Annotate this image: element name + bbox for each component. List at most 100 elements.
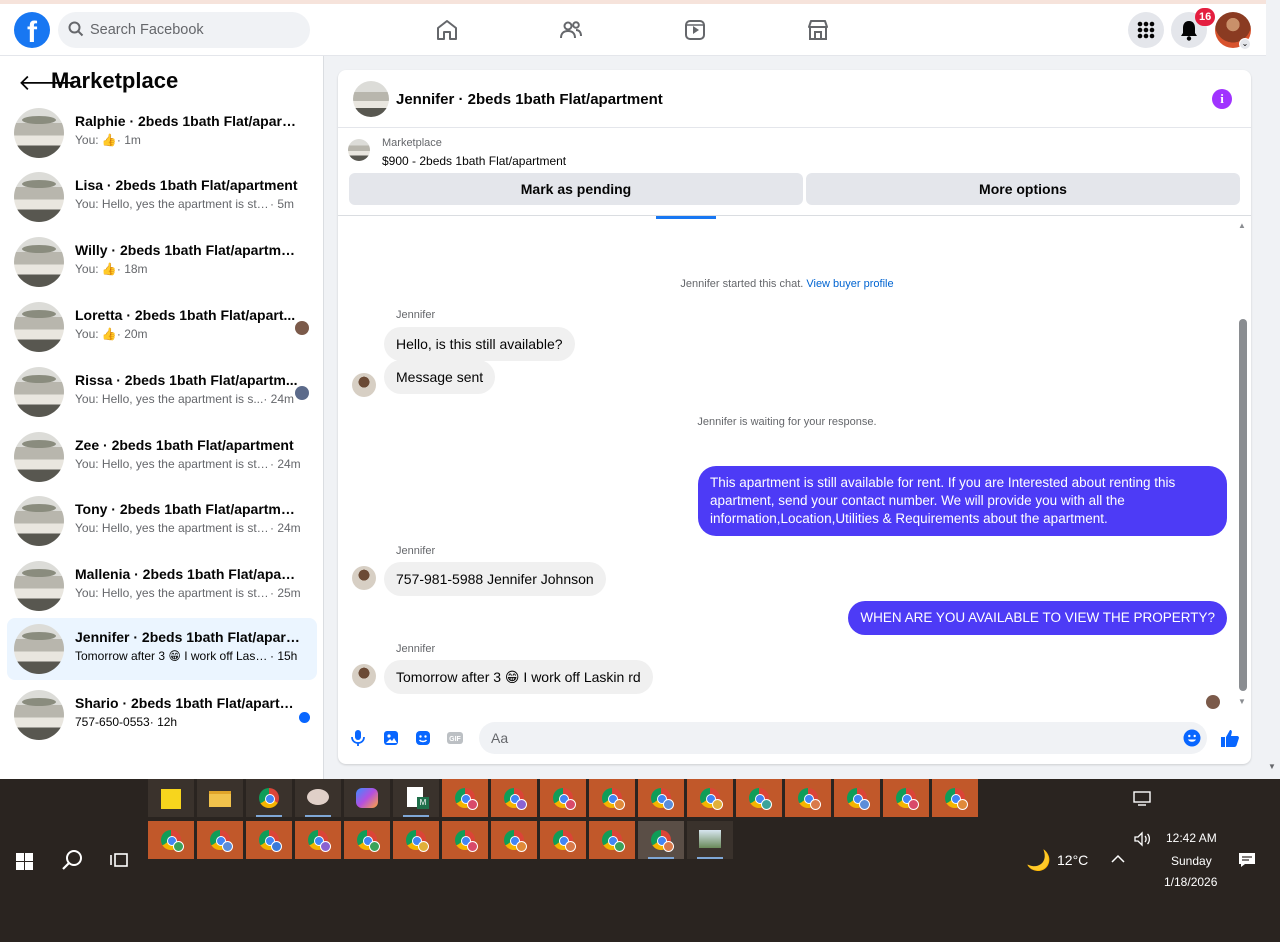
chevron-up-icon[interactable] <box>1111 854 1125 864</box>
sticky-notes-app[interactable] <box>148 779 194 817</box>
outgoing-message[interactable]: WHEN ARE YOU AVAILABLE TO VIEW THE PROPE… <box>848 601 1227 635</box>
search-icon[interactable] <box>61 849 83 871</box>
chrome-profile-window-active[interactable] <box>638 821 684 859</box>
chrome-profile-window[interactable] <box>589 779 635 817</box>
notification-count-badge: 16 <box>1195 8 1216 26</box>
chrome-profile-window[interactable] <box>491 821 537 859</box>
conversation-preview: You: Hello, yes the apartment is still .… <box>75 586 300 600</box>
conversation-item[interactable]: Zee · 2beds 1bath Flat/apartment You: He… <box>7 426 317 488</box>
chrome-profile-window[interactable] <box>932 779 978 817</box>
gif-icon[interactable]: GIF <box>446 729 464 747</box>
chrome-profile-window[interactable] <box>148 821 194 859</box>
clock-time[interactable]: 12:42 AM <box>1166 831 1217 845</box>
chrome-profile-window[interactable] <box>638 779 684 817</box>
listing-thumbnail[interactable] <box>353 81 389 117</box>
paint-app[interactable] <box>295 779 341 817</box>
chrome-profile-window[interactable] <box>393 821 439 859</box>
clock-day[interactable]: Sunday <box>1171 854 1212 868</box>
image-app[interactable] <box>687 821 733 859</box>
chrome-profile-window[interactable] <box>540 779 586 817</box>
sticker-icon[interactable] <box>414 729 432 747</box>
sender-avatar[interactable] <box>352 566 376 590</box>
message-scrollbar[interactable]: ▲ ▼ <box>1236 219 1251 709</box>
conversation-item[interactable]: Loretta · 2beds 1bath Flat/apart... You:… <box>7 296 317 358</box>
chevron-down-icon[interactable]: ⌄ <box>1239 38 1251 50</box>
sender-avatar[interactable] <box>352 373 376 397</box>
conversation-item[interactable]: Rissa · 2beds 1bath Flat/apartm... You: … <box>7 361 317 423</box>
view-buyer-profile-link[interactable]: View buyer profile <box>806 278 893 290</box>
chrome-profile-window[interactable] <box>197 821 243 859</box>
copilot-app[interactable] <box>344 779 390 817</box>
document-app[interactable]: M <box>393 779 439 817</box>
message-input[interactable] <box>491 722 1171 754</box>
menu-grid-button[interactable] <box>1128 12 1164 48</box>
active-indicator <box>305 815 331 817</box>
emoji-icon[interactable] <box>1183 729 1201 747</box>
conversation-item-active[interactable]: Jennifer · 2beds 1bath Flat/apartm... To… <box>7 618 317 680</box>
search-input[interactable] <box>90 12 300 48</box>
sender-avatar[interactable] <box>352 664 376 688</box>
file-explorer-app[interactable] <box>197 779 243 817</box>
paint-icon <box>307 789 329 805</box>
chrome-profile-window[interactable] <box>883 779 929 817</box>
chrome-profile-window[interactable] <box>246 821 292 859</box>
task-view-icon[interactable] <box>110 851 130 869</box>
conversation-item[interactable]: Mallenia · 2beds 1bath Flat/apart... You… <box>7 555 317 617</box>
profile-icon <box>908 799 919 810</box>
chrome-profile-window[interactable] <box>442 821 488 859</box>
page-scrollbar[interactable]: ▼ <box>1266 0 1280 779</box>
friends-icon[interactable] <box>559 18 583 42</box>
video-icon[interactable] <box>683 18 707 42</box>
home-icon[interactable] <box>435 18 459 42</box>
conversation-name: Loretta · 2beds 1bath Flat/apart... <box>75 307 296 323</box>
conversation-item[interactable]: Ralphie · 2beds 1bath Flat/apartm... You… <box>7 102 317 164</box>
conversation-item[interactable]: Lisa · 2beds 1bath Flat/apartment You: H… <box>7 166 317 228</box>
chrome-profile-window[interactable] <box>344 821 390 859</box>
chrome-profile-window[interactable] <box>834 779 880 817</box>
speaker-icon[interactable] <box>1133 831 1151 847</box>
incoming-message[interactable]: 757-981-5988 Jennifer Johnson <box>384 562 606 596</box>
weather-temperature[interactable]: 12°C <box>1057 852 1088 868</box>
scroll-down-icon[interactable]: ▼ <box>1238 697 1246 706</box>
search-icon <box>68 21 84 37</box>
document-badge-icon: M <box>417 797 429 809</box>
clock-date[interactable]: 1/18/2026 <box>1164 875 1217 889</box>
network-icon[interactable] <box>1133 791 1151 807</box>
message-input-box[interactable] <box>479 722 1207 754</box>
page-scroll-down-icon[interactable]: ▼ <box>1268 762 1276 771</box>
outgoing-message[interactable]: This apartment is still available for re… <box>698 466 1227 536</box>
info-icon[interactable]: i <box>1212 89 1232 109</box>
windows-start-icon[interactable] <box>16 853 33 870</box>
chrome-profile-window[interactable] <box>785 779 831 817</box>
incoming-message[interactable]: Hello, is this still available? <box>384 327 575 361</box>
conversation-preview: You: Hello, yes the apartment is still .… <box>75 457 300 471</box>
conversation-item[interactable]: Shario · 2beds 1bath Flat/apartm... 757-… <box>7 684 317 746</box>
more-options-button[interactable]: More options <box>806 173 1240 205</box>
notification-center-icon[interactable] <box>1238 852 1256 868</box>
listing-price[interactable]: $900 - 2beds 1bath Flat/apartment <box>382 154 566 168</box>
thumbs-up-icon[interactable] <box>1219 727 1241 749</box>
conversation-item[interactable]: Willy · 2beds 1bath Flat/apartment You: … <box>7 231 317 293</box>
chrome-profile-window[interactable] <box>442 779 488 817</box>
moon-icon[interactable]: 🌙 <box>1026 848 1051 873</box>
scroll-up-icon[interactable]: ▲ <box>1238 221 1246 230</box>
chrome-profile-window[interactable] <box>295 821 341 859</box>
chrome-app[interactable] <box>246 779 292 817</box>
listing-thumbnail[interactable] <box>348 139 370 161</box>
chrome-profile-window[interactable] <box>687 779 733 817</box>
photo-icon[interactable] <box>382 729 400 747</box>
facebook-logo-icon[interactable]: f <box>14 12 50 48</box>
chrome-profile-window[interactable] <box>736 779 782 817</box>
incoming-message[interactable]: Message sent <box>384 360 496 394</box>
chrome-profile-window[interactable] <box>491 779 537 817</box>
microphone-icon[interactable] <box>349 729 367 747</box>
scrollbar-thumb[interactable] <box>1239 319 1247 691</box>
mark-as-pending-button[interactable]: Mark as pending <box>349 173 803 205</box>
conversation-item[interactable]: Tony · 2beds 1bath Flat/apartment You: H… <box>7 490 317 552</box>
search-box[interactable] <box>58 12 310 48</box>
marketplace-icon[interactable] <box>806 18 830 42</box>
chrome-profile-window[interactable] <box>589 821 635 859</box>
chrome-profile-window[interactable] <box>540 821 586 859</box>
incoming-message[interactable]: Tomorrow after 3 😁 I work off Laskin rd <box>384 660 653 694</box>
chat-title[interactable]: Jennifer · 2beds 1bath Flat/apartment <box>396 91 663 108</box>
